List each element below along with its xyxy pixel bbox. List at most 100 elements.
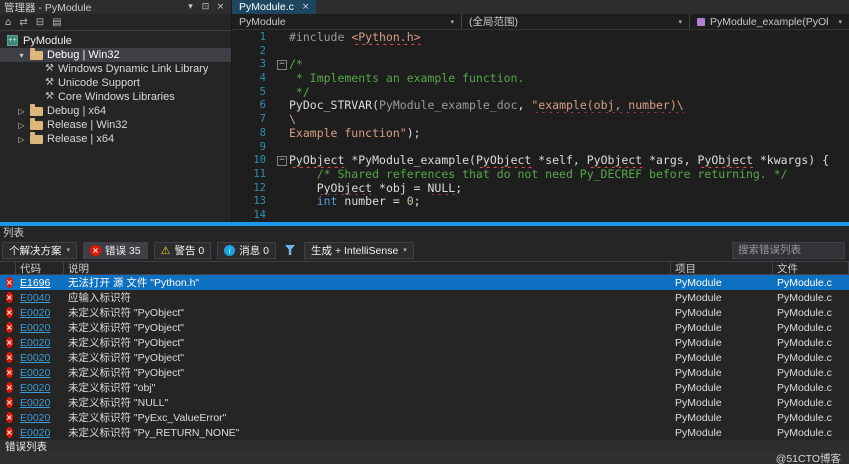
error-description: 未定义标识符 "obj" — [68, 382, 156, 394]
fold-margin — [276, 182, 289, 196]
scope-filter-dropdown[interactable]: 个解决方案 ▾ — [2, 241, 78, 259]
pin-icon[interactable]: ⊡ — [199, 2, 212, 12]
code-text[interactable]: Example function"); — [289, 127, 849, 141]
chevron-right-icon[interactable]: ▷ — [17, 135, 26, 144]
filter-icon[interactable] — [285, 245, 296, 255]
tree-item-windows-dynamic-link-library[interactable]: ⚒ Windows Dynamic Link Library — [0, 62, 231, 76]
panel-title: 管理器 - PyModule — [4, 1, 92, 14]
error-row[interactable]: × E0020 未定义标识符 "PyObject" PyModule PyModule.… — [0, 335, 849, 350]
tree-item-release-x64[interactable]: ▷ Release | x64 — [0, 131, 231, 146]
error-code-link[interactable]: E0020 — [16, 352, 64, 364]
error-code-link[interactable]: E0020 — [16, 412, 64, 424]
messages-filter-button[interactable]: i 消息 0 — [217, 241, 277, 259]
error-row[interactable]: × E0020 未定义标识符 "PyObject" PyModule PyModule.… — [0, 320, 849, 335]
home-icon[interactable]: ⌂ — [5, 17, 11, 28]
error-code-link[interactable]: E0020 — [16, 307, 64, 319]
header-description[interactable]: 说明 — [64, 262, 671, 275]
fold-collapse-icon[interactable] — [276, 58, 289, 72]
tree-item-unicode-support[interactable]: ⚒ Unicode Support — [0, 76, 231, 90]
header-icon-col[interactable] — [0, 262, 16, 274]
close-icon[interactable]: × — [214, 2, 227, 12]
line-number[interactable]: 1 — [232, 31, 276, 45]
error-row[interactable]: × E1696 无法打开 源 文件 "Python.h" PyModule PyModu… — [0, 275, 849, 290]
error-code-link[interactable]: E1696 — [16, 277, 64, 289]
error-code-link[interactable]: E0020 — [16, 427, 64, 439]
solution-explorer-toolbar: ⌂ ⇄ ⊟ ▤ — [0, 14, 231, 31]
error-row[interactable]: × E0020 未定义标识符 "NULL" PyModule PyModule.c — [0, 395, 849, 410]
tab-pymodule-c[interactable]: PyModule.c × — [232, 0, 317, 14]
line-number[interactable]: 5 — [232, 86, 276, 100]
properties-icon[interactable]: ▤ — [52, 17, 61, 28]
header-project[interactable]: 项目 — [671, 262, 773, 275]
line-number[interactable]: 8 — [232, 127, 276, 141]
code-text[interactable]: #include <Python.h> — [289, 31, 849, 45]
tree-item-release-win32[interactable]: ▷ Release | Win32 — [0, 117, 231, 132]
dock-tab-error-list[interactable]: 错误列表 — [0, 440, 849, 453]
line-number[interactable]: 6 — [232, 99, 276, 113]
tree-item-debug-x64[interactable]: ▷ Debug | x64 — [0, 103, 231, 118]
code-text[interactable]: PyObject *obj = NULL; — [289, 182, 849, 196]
line-number[interactable]: 14 — [232, 209, 276, 222]
error-code-link[interactable]: E0020 — [16, 382, 64, 394]
error-row[interactable]: × E0020 未定义标识符 "PyObject" PyModule PyModule.… — [0, 350, 849, 365]
sync-icon[interactable]: ⇄ — [19, 17, 27, 28]
line-number[interactable]: 11 — [232, 168, 276, 182]
header-code[interactable]: 代码 — [16, 262, 64, 275]
error-row[interactable]: × E0020 未定义标识符 "Py_RETURN_NONE" PyModule PyM… — [0, 425, 849, 440]
line-number[interactable]: 4 — [232, 72, 276, 86]
window-menu-icon[interactable]: ▾ — [184, 2, 197, 12]
line-number[interactable]: 12 — [232, 182, 276, 196]
chevron-down-icon[interactable]: ▾ — [17, 51, 26, 60]
line-number[interactable]: 13 — [232, 195, 276, 209]
close-icon[interactable]: × — [302, 2, 310, 12]
errors-filter-button[interactable]: × 错误 35 — [83, 241, 148, 259]
scope-dropdown[interactable]: (全局范围) ▾ — [462, 14, 690, 29]
error-code-link[interactable]: E0040 — [16, 292, 64, 304]
error-row[interactable]: × E0020 未定义标识符 "PyExc_ValueError" PyModule P… — [0, 410, 849, 425]
code-text[interactable]: /* — [289, 58, 849, 72]
line-number[interactable]: 9 — [232, 141, 276, 155]
source-filter-dropdown[interactable]: 生成 + IntelliSense ▾ — [304, 241, 414, 259]
code-editor[interactable]: 1 #include <Python.h> 23 /* 4 * Implements a… — [232, 30, 849, 222]
code-text[interactable]: /* Shared references that do not need Py… — [289, 168, 849, 182]
error-code-link[interactable]: E0020 — [16, 337, 64, 349]
warnings-filter-button[interactable]: ⚠ 警告 0 — [153, 241, 212, 259]
tree-item-core-windows-libraries[interactable]: ⚒ Core Windows Libraries — [0, 90, 231, 104]
project-dropdown[interactable]: PyModule ▾ — [232, 14, 462, 29]
line-number[interactable]: 10 — [232, 154, 276, 168]
chevron-right-icon[interactable]: ▷ — [17, 121, 26, 130]
error-code-link[interactable]: E0020 — [16, 397, 64, 409]
method-icon — [697, 17, 705, 26]
line-number[interactable]: 7 — [232, 113, 276, 127]
collapse-all-icon[interactable]: ⊟ — [36, 17, 44, 28]
line-number[interactable]: 2 — [232, 45, 276, 59]
error-row[interactable]: × E0020 未定义标识符 "obj" PyModule PyModule.c — [0, 380, 849, 395]
header-file[interactable]: 文件 — [773, 262, 849, 275]
code-text[interactable]: PyObject *PyModule_example(PyObject *sel… — [289, 154, 849, 168]
tree-item-label: Release | Win32 — [47, 119, 128, 131]
error-code-link[interactable]: E0020 — [16, 322, 64, 334]
code-text[interactable]: PyDoc_STRVAR(PyModule_example_doc, "exam… — [289, 99, 849, 113]
error-row[interactable]: × E0020 未定义标识符 "PyObject" PyModule PyModule.… — [0, 365, 849, 380]
error-icon: × — [6, 322, 13, 333]
code-text[interactable] — [289, 45, 849, 59]
fold-collapse-icon[interactable] — [276, 154, 289, 168]
error-row[interactable]: × E0040 应输入标识符 PyModule PyModule.c — [0, 290, 849, 305]
line-number[interactable]: 3 — [232, 58, 276, 72]
code-text[interactable]: \ — [289, 113, 849, 127]
tree-item-pymodule-root[interactable]: ++ PyModule — [0, 33, 231, 48]
search-input[interactable] — [732, 241, 845, 259]
code-text[interactable]: * Implements an example function. — [289, 72, 849, 86]
code-token: ; — [413, 195, 421, 209]
error-code-link[interactable]: E0020 — [16, 367, 64, 379]
code-text[interactable]: */ — [289, 86, 849, 100]
code-text[interactable]: int number = 0; — [289, 195, 849, 209]
chevron-right-icon[interactable]: ▷ — [17, 107, 26, 116]
tree-item-debug-win32[interactable]: ▾ Debug | Win32 — [0, 47, 231, 62]
code-text[interactable] — [289, 209, 849, 222]
code-text[interactable] — [289, 141, 849, 155]
member-dropdown[interactable]: PyModule_example(PyObject * ▾ — [690, 14, 849, 29]
watermark-bar: @51CTO博客 — [0, 452, 849, 464]
error-row[interactable]: × E0020 未定义标识符 "PyObject" PyModule PyModule.… — [0, 305, 849, 320]
fold-margin — [276, 168, 289, 182]
